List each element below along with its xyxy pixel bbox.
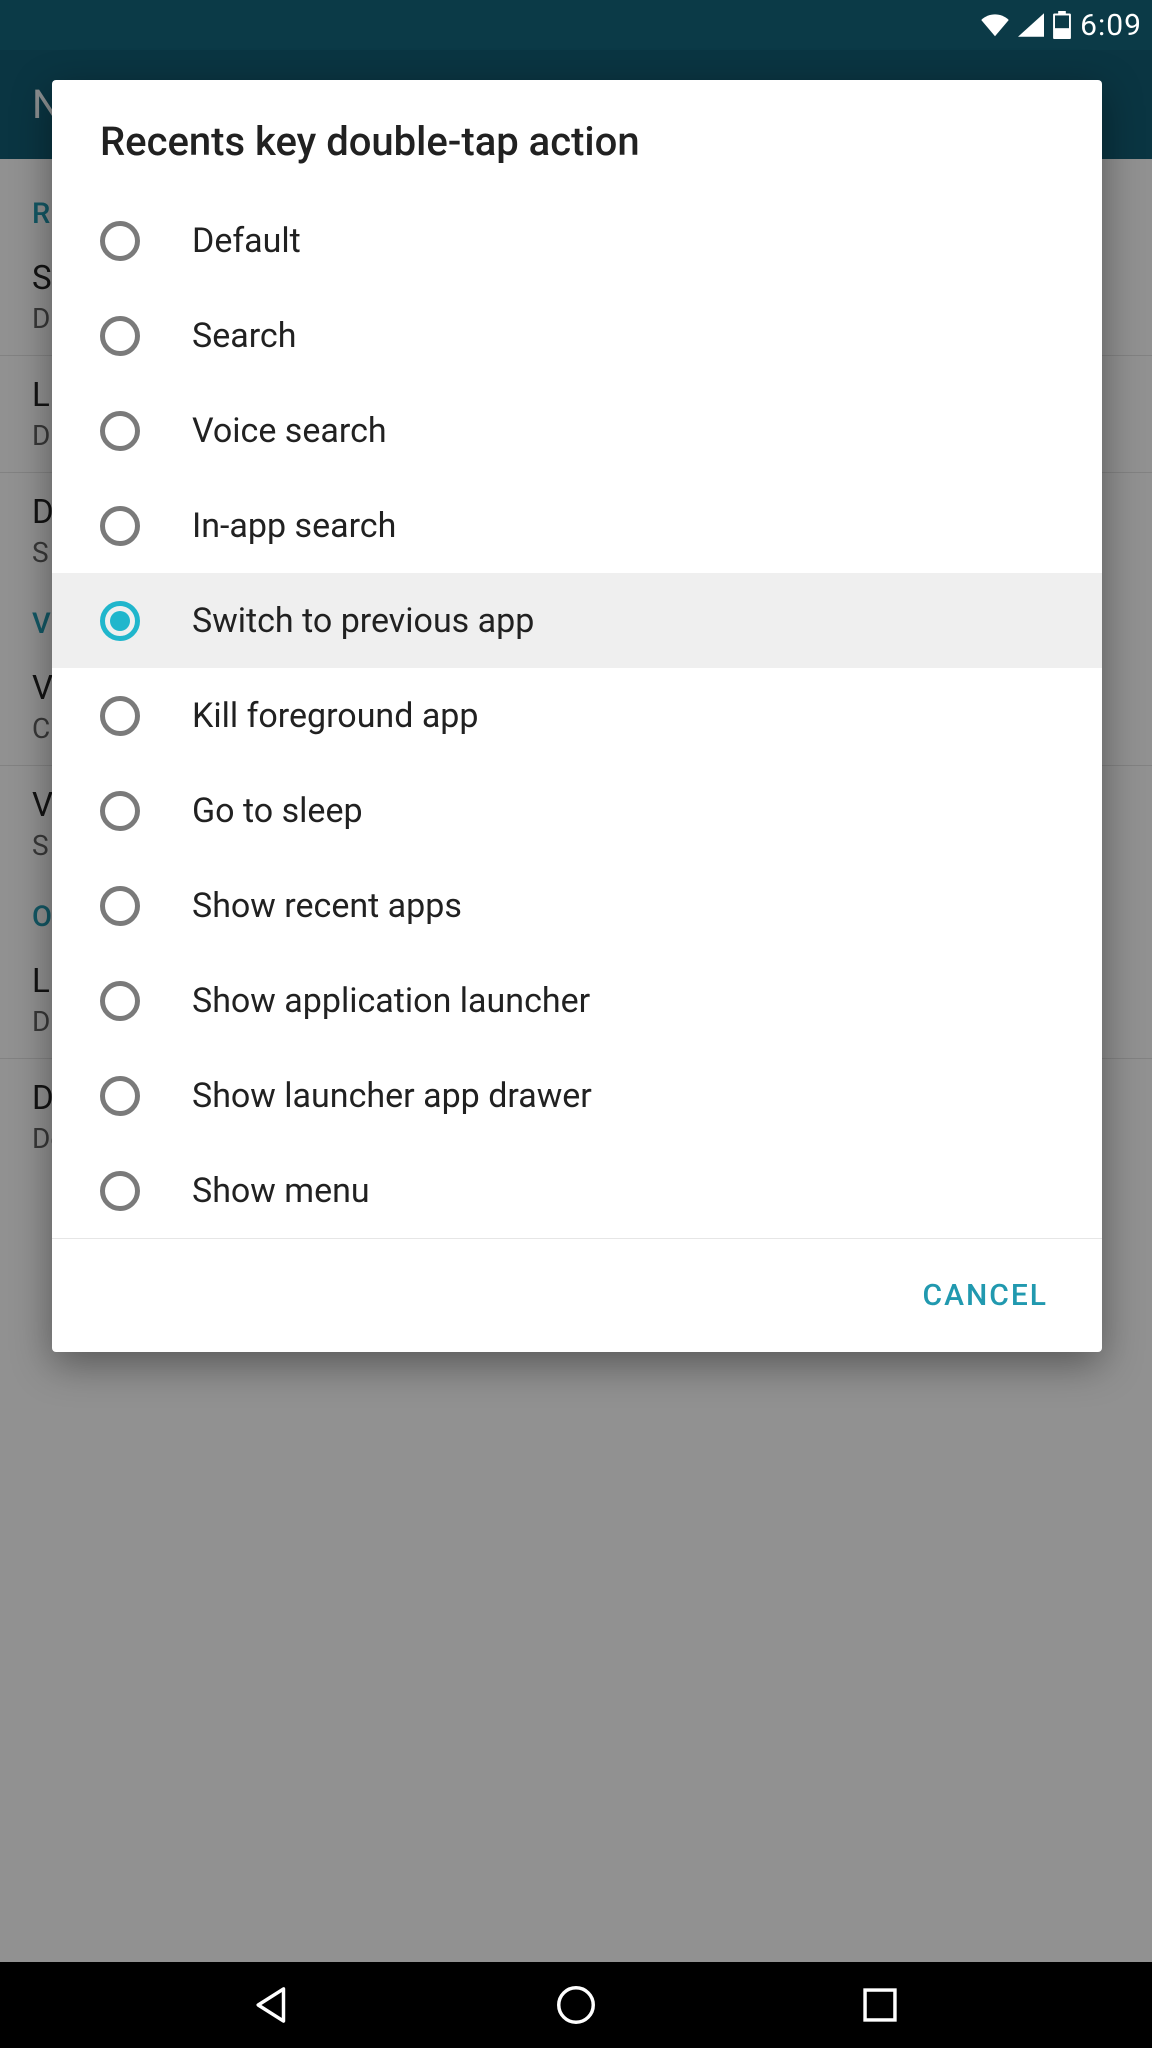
option-label: Search [192,316,296,356]
nav-home-button[interactable] [551,1980,601,2030]
dialog-title: Recents key double-tap action [52,80,1102,193]
dialog-option[interactable]: Default [52,193,1102,288]
radio-icon [100,1076,140,1116]
radio-icon [100,1171,140,1211]
radio-icon [100,601,140,641]
navigation-bar [0,1962,1152,2048]
dialog-option[interactable]: Go to sleep [52,763,1102,858]
radio-icon [100,981,140,1021]
option-label: Show menu [192,1171,370,1211]
radio-icon [100,411,140,451]
option-label: Voice search [192,411,387,451]
option-label: Default [192,221,301,261]
option-label: Go to sleep [192,791,363,831]
dialog-option[interactable]: Kill foreground app [52,668,1102,763]
option-label: In-app search [192,506,396,546]
radio-icon [100,696,140,736]
recents-doubletap-dialog: Recents key double-tap action Default Sea… [52,80,1102,1352]
dialog-option[interactable]: Search [52,288,1102,383]
dialog-footer: CANCEL [52,1238,1102,1352]
dialog-option[interactable]: Voice search [52,383,1102,478]
dialog-option[interactable]: Show menu [52,1143,1102,1238]
option-label: Show launcher app drawer [192,1076,592,1116]
radio-icon [100,221,140,261]
recents-square-icon [857,1982,903,2028]
battery-level-text: 49 [1052,17,1072,28]
cancel-button[interactable]: CANCEL [917,1266,1055,1325]
home-circle-icon [553,1982,599,2028]
status-bar: 49 6:09 [0,0,1152,50]
option-label: Kill foreground app [192,696,479,736]
radio-icon [100,316,140,356]
dialog-option[interactable]: In-app search [52,478,1102,573]
battery-icon: 49 [1052,11,1072,39]
dialog-option[interactable]: Switch to previous app [52,573,1102,668]
option-label: Switch to previous app [192,601,534,641]
radio-icon [100,886,140,926]
dialog-option[interactable]: Show launcher app drawer [52,1048,1102,1143]
dialog-option[interactable]: Show application launcher [52,953,1102,1048]
status-clock: 6:09 [1080,8,1142,43]
nav-back-button[interactable] [247,1980,297,2030]
wifi-icon [980,13,1010,37]
dialog-options-list: Default Search Voice search In-app search Sw… [52,193,1102,1238]
option-label: Show application launcher [192,981,590,1021]
option-label: Show recent apps [192,886,462,926]
nav-recents-button[interactable] [855,1980,905,2030]
back-triangle-icon [249,1982,295,2028]
dialog-option[interactable]: Show recent apps [52,858,1102,953]
cell-signal-icon [1018,13,1044,37]
radio-icon [100,506,140,546]
radio-icon [100,791,140,831]
